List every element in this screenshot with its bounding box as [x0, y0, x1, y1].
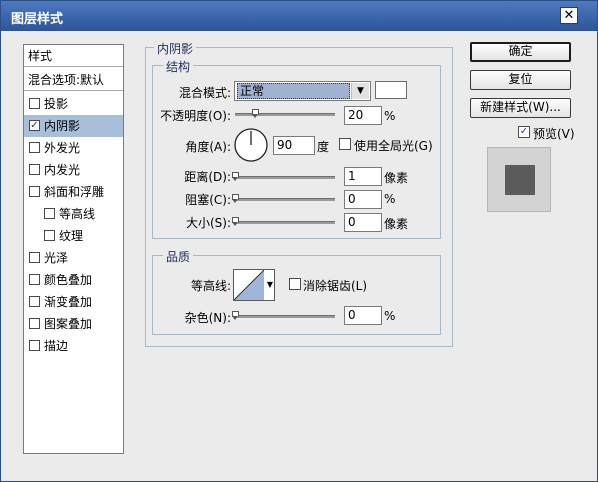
contour-label: 等高线:	[190, 279, 231, 293]
choke-label: 阻塞(C):	[185, 193, 231, 207]
panel-title: 内阴影	[154, 40, 197, 57]
style-item-checkbox[interactable]	[29, 318, 40, 329]
style-item-checkbox[interactable]	[44, 208, 55, 219]
style-item-label: 等高线	[59, 207, 96, 221]
angle-input[interactable]: 90	[273, 136, 315, 155]
distance-input[interactable]: 1	[344, 167, 382, 186]
style-item-checkbox[interactable]	[29, 340, 40, 351]
style-item-label: 内阴影	[44, 119, 81, 133]
distance-slider[interactable]	[235, 176, 335, 179]
contour-preview-icon	[234, 270, 264, 300]
noise-unit: %	[384, 309, 396, 323]
style-preview	[487, 147, 551, 212]
distance-slider-thumb[interactable]	[232, 172, 239, 181]
opacity-slider[interactable]	[235, 113, 335, 116]
angle-dial[interactable]	[233, 127, 269, 163]
quality-legend: 品质	[163, 248, 194, 265]
angle-unit: 度	[317, 140, 330, 154]
style-list-header[interactable]: 样式	[24, 45, 123, 67]
choke-slider[interactable]	[235, 198, 335, 201]
new-style-button[interactable]: 新建样式(W)...	[470, 98, 571, 118]
ok-button[interactable]: 确定	[470, 42, 571, 62]
distance-label: 距离(D):	[184, 170, 231, 184]
size-input[interactable]: 0	[344, 213, 382, 232]
style-item-label: 光泽	[44, 251, 69, 265]
anti-alias-checkbox[interactable]	[289, 278, 301, 290]
style-item-label: 颜色叠加	[44, 273, 93, 287]
style-item-4[interactable]: 斜面和浮雕	[24, 181, 123, 203]
style-item-label: 投影	[44, 97, 69, 111]
style-item-checkbox[interactable]	[29, 98, 40, 109]
dialog-body: 样式 混合选项:默认 投影 ✓ 内阴影外发光内发光斜面和浮雕等高线纹理光泽颜色叠加渐…	[1, 31, 597, 481]
style-item-1[interactable]: ✓ 内阴影	[24, 115, 123, 137]
choke-unit: %	[384, 192, 396, 206]
opacity-label: 不透明度(O):	[160, 109, 231, 123]
close-button[interactable]: ✕	[560, 7, 578, 24]
size-slider[interactable]	[235, 221, 335, 224]
opacity-input[interactable]: 20	[344, 106, 382, 125]
noise-input[interactable]: 0	[344, 306, 382, 325]
style-item-7[interactable]: 光泽	[24, 247, 123, 269]
blend-options-item[interactable]: 混合选项:默认	[24, 69, 123, 91]
style-item-label: 外发光	[44, 141, 81, 155]
style-item-label: 渐变叠加	[44, 295, 93, 309]
dialog-title: 图层样式	[11, 12, 64, 27]
contour-dropdown-icon: ▼	[266, 280, 273, 289]
style-item-9[interactable]: 渐变叠加	[24, 291, 123, 313]
style-item-checkbox[interactable]: ✓	[29, 120, 40, 131]
style-item-label: 斜面和浮雕	[44, 185, 105, 199]
title-bar[interactable]: 图层样式 ✕	[1, 1, 597, 31]
style-item-checkbox[interactable]	[29, 186, 40, 197]
preview-label: 预览(V)	[533, 127, 575, 141]
style-item-5[interactable]: 等高线	[24, 203, 123, 225]
style-list-header-label: 样式	[28, 49, 53, 63]
style-item-label: 图案叠加	[44, 317, 93, 331]
choke-input[interactable]: 0	[344, 190, 382, 209]
style-item-checkbox[interactable]	[29, 252, 40, 263]
style-item-label: 描边	[44, 339, 69, 353]
preview-checkbox[interactable]: ✓	[518, 126, 530, 138]
preview-swatch	[505, 165, 535, 195]
blend-mode-value: 正常	[237, 83, 350, 99]
structure-legend: 结构	[163, 58, 194, 75]
choke-slider-thumb[interactable]	[232, 194, 239, 203]
noise-label: 杂色(N):	[184, 311, 231, 325]
size-unit: 像素	[384, 217, 409, 231]
style-item-checkbox[interactable]	[29, 274, 40, 285]
contour-picker[interactable]: ▼	[233, 269, 275, 301]
chevron-down-icon: ▼	[351, 83, 369, 99]
style-item-checkbox[interactable]	[29, 142, 40, 153]
use-global-light-label: 使用全局光(G)	[354, 139, 433, 153]
style-item-2[interactable]: 外发光	[24, 137, 123, 159]
use-global-light-checkbox[interactable]	[339, 138, 351, 150]
style-item-label: 纹理	[59, 229, 84, 243]
style-item-11[interactable]: 描边	[24, 335, 123, 357]
opacity-unit: %	[384, 109, 396, 123]
noise-slider-thumb[interactable]	[232, 311, 239, 320]
reset-button[interactable]: 复位	[470, 70, 571, 90]
blend-options-label: 混合选项:默认	[28, 73, 105, 87]
style-item-8[interactable]: 颜色叠加	[24, 269, 123, 291]
blend-mode-select[interactable]: 正常 ▼	[234, 81, 371, 101]
style-list: 样式 混合选项:默认 投影 ✓ 内阴影外发光内发光斜面和浮雕等高线纹理光泽颜色叠加渐…	[23, 44, 124, 454]
distance-unit: 像素	[384, 171, 409, 185]
style-item-10[interactable]: 图案叠加	[24, 313, 123, 335]
blend-mode-label: 混合模式:	[178, 86, 231, 100]
shadow-color-swatch[interactable]	[375, 81, 407, 99]
style-item-checkbox[interactable]	[29, 296, 40, 307]
style-item-6[interactable]: 纹理	[24, 225, 123, 247]
layer-style-dialog: 图层样式 ✕ 样式 混合选项:默认 投影 ✓ 内阴影外发光内发光斜面和浮雕等高线纹理…	[0, 0, 598, 482]
size-slider-thumb[interactable]	[232, 217, 239, 226]
opacity-slider-thumb[interactable]	[252, 109, 259, 118]
anti-alias-label: 消除锯齿(L)	[303, 279, 368, 293]
noise-slider[interactable]	[235, 315, 335, 318]
style-item-0[interactable]: 投影	[24, 93, 123, 115]
style-item-checkbox[interactable]	[29, 164, 40, 175]
style-item-3[interactable]: 内发光	[24, 159, 123, 181]
angle-label: 角度(A):	[185, 140, 231, 154]
style-item-label: 内发光	[44, 163, 81, 177]
close-icon: ✕	[563, 8, 575, 23]
style-item-checkbox[interactable]	[44, 230, 55, 241]
size-label: 大小(S):	[185, 216, 231, 230]
